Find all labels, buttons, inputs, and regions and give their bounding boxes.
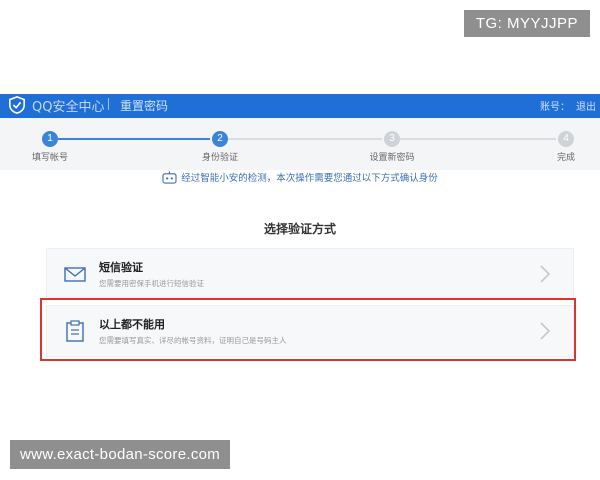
sms-verify-option[interactable]: 短信验证 您需要用密保手机进行短信验证 xyxy=(46,248,574,300)
option-desc: 您需要用密保手机进行短信验证 xyxy=(99,279,204,288)
step-3-dot: 3 xyxy=(384,131,400,147)
url-watermark: www.exact-bodan-score.com xyxy=(10,440,231,469)
option-title: 短信验证 xyxy=(99,261,143,274)
progress-stepper: 1 2 3 4 填写帐号 身份验证 设置新密码 完成 xyxy=(0,118,600,170)
robot-icon xyxy=(162,170,177,184)
app-brand[interactable]: QQ安全中心 xyxy=(32,96,104,115)
header-bar: QQ安全中心 重置密码 账号： 退出 xyxy=(0,94,600,118)
step-4-label: 完成 xyxy=(556,153,576,163)
notice-text: 经过智能小安的检测，本次操作需要您通过以下方式确认身份 xyxy=(181,173,438,184)
step-connector-3 xyxy=(400,138,556,140)
step-1-dot: 1 xyxy=(42,131,58,147)
step-4-dot: 4 xyxy=(558,131,574,147)
security-notice: 经过智能小安的检测，本次操作需要您通过以下方式确认身份 xyxy=(0,170,600,192)
tg-watermark: TG: MYYJJPP xyxy=(463,10,590,37)
step-2-dot: 2 xyxy=(212,131,228,147)
chevron-right-icon xyxy=(540,265,551,283)
step-1-label: 填写帐号 xyxy=(31,153,69,163)
step-3-label: 设置新密码 xyxy=(369,153,415,163)
highlight-box xyxy=(40,298,576,361)
step-connector-1 xyxy=(58,138,210,140)
step-connector-2 xyxy=(228,138,382,140)
logout-link[interactable]: 退出 xyxy=(576,98,596,113)
account-label: 账号： xyxy=(540,102,570,113)
page-section-title: 重置密码 xyxy=(120,99,169,113)
header-divider xyxy=(108,98,109,110)
panel-title: 选择验证方式 xyxy=(263,222,336,236)
envelope-icon xyxy=(64,267,86,282)
shield-logo-icon xyxy=(8,96,26,114)
step-2-label: 身份验证 xyxy=(201,153,239,163)
